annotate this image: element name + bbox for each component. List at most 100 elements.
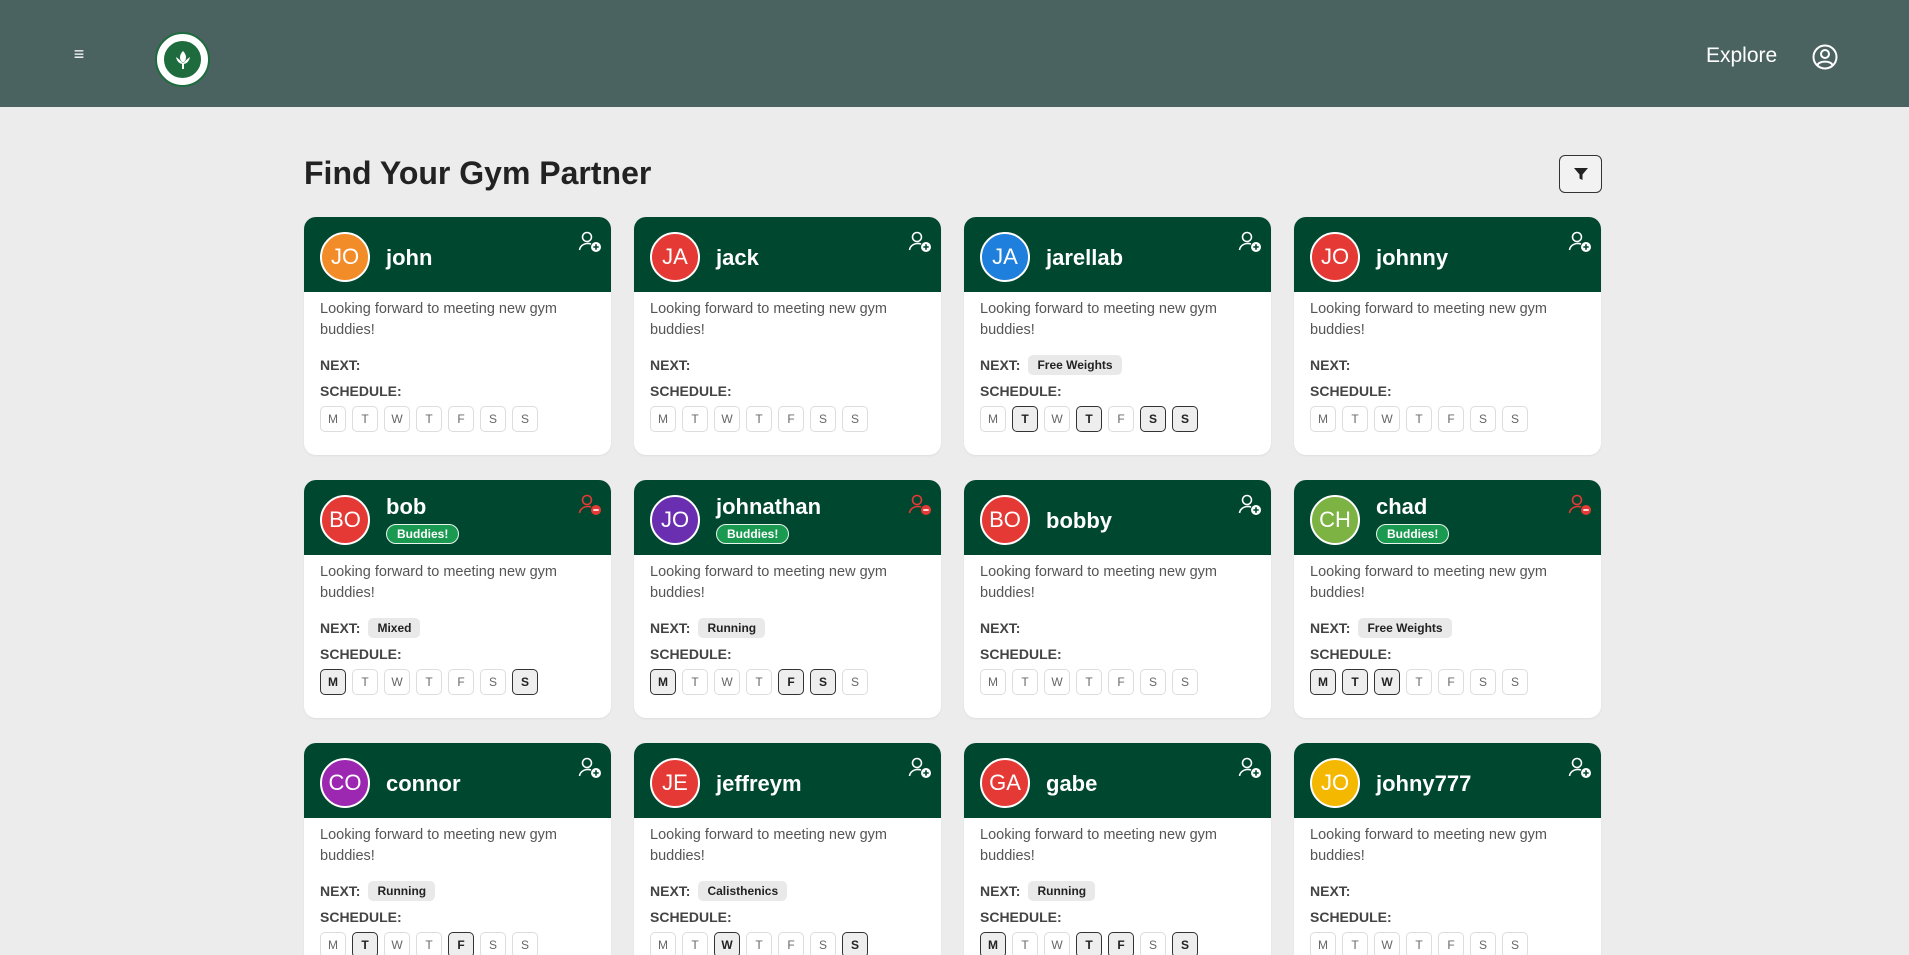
schedule-day[interactable]: W [714, 406, 740, 432]
schedule-day[interactable]: F [448, 669, 474, 695]
add-buddy-icon[interactable] [907, 755, 933, 781]
schedule-day[interactable]: M [650, 932, 676, 955]
add-buddy-icon[interactable] [577, 755, 603, 781]
schedule-day[interactable]: S [480, 669, 506, 695]
schedule-day[interactable]: M [1310, 406, 1336, 432]
schedule-day[interactable]: S [512, 406, 538, 432]
schedule-day[interactable]: W [714, 932, 740, 955]
schedule-day[interactable]: F [778, 932, 804, 955]
partner-card[interactable]: JA jack Looking forward to meeting new g… [634, 217, 941, 455]
hamburger-menu-icon[interactable]: ≡ [68, 44, 90, 64]
schedule-day[interactable]: W [384, 406, 410, 432]
schedule-day[interactable]: F [1108, 932, 1134, 955]
schedule-day[interactable]: T [1012, 406, 1038, 432]
schedule-day[interactable]: S [1172, 932, 1198, 955]
schedule-day[interactable]: S [1470, 406, 1496, 432]
schedule-day[interactable]: S [810, 669, 836, 695]
schedule-day[interactable]: T [746, 669, 772, 695]
add-buddy-icon[interactable] [1567, 755, 1593, 781]
schedule-day[interactable]: T [1406, 932, 1432, 955]
schedule-day[interactable]: S [1502, 406, 1528, 432]
schedule-day[interactable]: S [1140, 669, 1166, 695]
schedule-day[interactable]: M [980, 406, 1006, 432]
schedule-day[interactable]: S [1502, 669, 1528, 695]
schedule-day[interactable]: W [1044, 932, 1070, 955]
schedule-day[interactable]: S [512, 669, 538, 695]
schedule-day[interactable]: S [842, 669, 868, 695]
schedule-day[interactable]: M [650, 669, 676, 695]
schedule-day[interactable]: M [1310, 932, 1336, 955]
schedule-day[interactable]: F [778, 669, 804, 695]
remove-buddy-icon[interactable] [1567, 492, 1593, 518]
add-buddy-icon[interactable] [1237, 492, 1263, 518]
schedule-day[interactable]: T [682, 669, 708, 695]
schedule-day[interactable]: T [1012, 669, 1038, 695]
schedule-day[interactable]: M [980, 932, 1006, 955]
schedule-day[interactable]: S [842, 932, 868, 955]
schedule-day[interactable]: T [1342, 669, 1368, 695]
schedule-day[interactable]: S [1470, 932, 1496, 955]
schedule-day[interactable]: T [416, 406, 442, 432]
partner-card[interactable]: JE jeffreym Looking forward to meeting n… [634, 743, 941, 955]
schedule-day[interactable]: F [448, 932, 474, 955]
schedule-day[interactable]: T [1012, 932, 1038, 955]
schedule-day[interactable]: T [1342, 932, 1368, 955]
schedule-day[interactable]: S [810, 406, 836, 432]
schedule-day[interactable]: F [1108, 669, 1134, 695]
partner-card[interactable]: CO connor Looking forward to meeting new… [304, 743, 611, 955]
schedule-day[interactable]: S [1140, 406, 1166, 432]
remove-buddy-icon[interactable] [577, 492, 603, 518]
schedule-day[interactable]: T [682, 406, 708, 432]
schedule-day[interactable]: T [416, 669, 442, 695]
schedule-day[interactable]: T [1342, 406, 1368, 432]
schedule-day[interactable]: W [714, 669, 740, 695]
schedule-day[interactable]: T [352, 932, 378, 955]
account-icon[interactable] [1812, 44, 1838, 70]
schedule-day[interactable]: S [512, 932, 538, 955]
schedule-day[interactable]: F [1108, 406, 1134, 432]
partner-card[interactable]: JO johnathan Buddies! Looking forward to… [634, 480, 941, 718]
explore-link[interactable]: Explore [1706, 44, 1777, 68]
schedule-day[interactable]: S [810, 932, 836, 955]
filter-button[interactable] [1559, 155, 1602, 193]
schedule-day[interactable]: T [1076, 406, 1102, 432]
schedule-day[interactable]: T [1076, 932, 1102, 955]
remove-buddy-icon[interactable] [907, 492, 933, 518]
schedule-day[interactable]: W [1374, 406, 1400, 432]
partner-card[interactable]: JO johnny Looking forward to meeting new… [1294, 217, 1601, 455]
schedule-day[interactable]: S [1140, 932, 1166, 955]
schedule-day[interactable]: M [320, 932, 346, 955]
add-buddy-icon[interactable] [1237, 755, 1263, 781]
schedule-day[interactable]: F [1438, 669, 1464, 695]
schedule-day[interactable]: W [1044, 406, 1070, 432]
schedule-day[interactable]: M [1310, 669, 1336, 695]
schedule-day[interactable]: M [650, 406, 676, 432]
schedule-day[interactable]: F [1438, 932, 1464, 955]
schedule-day[interactable]: T [1406, 406, 1432, 432]
schedule-day[interactable]: M [320, 669, 346, 695]
schedule-day[interactable]: T [1076, 669, 1102, 695]
add-buddy-icon[interactable] [1237, 229, 1263, 255]
schedule-day[interactable]: S [842, 406, 868, 432]
add-buddy-icon[interactable] [577, 229, 603, 255]
partner-card[interactable]: GA gabe Looking forward to meeting new g… [964, 743, 1271, 955]
schedule-day[interactable]: S [480, 932, 506, 955]
schedule-day[interactable]: S [1172, 669, 1198, 695]
schedule-day[interactable]: T [682, 932, 708, 955]
partner-card[interactable]: JO johny777 Looking forward to meeting n… [1294, 743, 1601, 955]
add-buddy-icon[interactable] [1567, 229, 1593, 255]
partner-card[interactable]: CH chad Buddies! Looking forward to meet… [1294, 480, 1601, 718]
schedule-day[interactable]: W [384, 669, 410, 695]
schedule-day[interactable]: W [1044, 669, 1070, 695]
schedule-day[interactable]: F [778, 406, 804, 432]
schedule-day[interactable]: W [1374, 669, 1400, 695]
add-buddy-icon[interactable] [907, 229, 933, 255]
schedule-day[interactable]: T [352, 669, 378, 695]
schedule-day[interactable]: M [980, 669, 1006, 695]
schedule-day[interactable]: S [1502, 932, 1528, 955]
schedule-day[interactable]: W [384, 932, 410, 955]
schedule-day[interactable]: T [746, 406, 772, 432]
partner-card[interactable]: BO bobby Looking forward to meeting new … [964, 480, 1271, 718]
schedule-day[interactable]: S [1470, 669, 1496, 695]
schedule-day[interactable]: M [320, 406, 346, 432]
